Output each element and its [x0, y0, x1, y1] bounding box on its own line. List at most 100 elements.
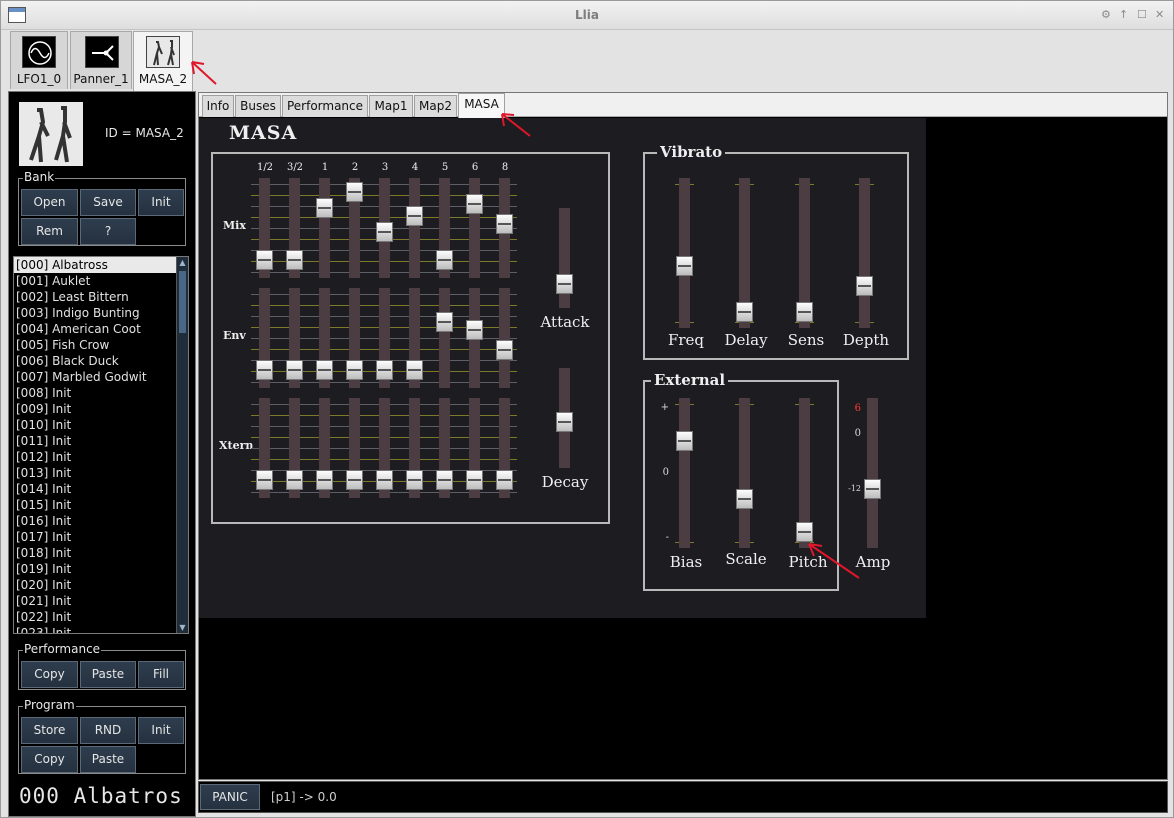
vibrato-delay-slider[interactable] — [736, 178, 753, 328]
performance-paste-button[interactable]: Paste — [80, 661, 136, 688]
program-list-item[interactable]: [012] Init — [14, 449, 188, 465]
xtern-slider-3/2[interactable] — [286, 398, 303, 498]
program-list-item[interactable]: [000] Albatross — [14, 257, 188, 273]
performance-copy-button[interactable]: Copy — [21, 661, 78, 688]
mix-slider-1[interactable] — [316, 178, 333, 278]
scrollbar-thumb[interactable] — [179, 271, 186, 333]
panic-button[interactable]: PANIC — [200, 784, 260, 810]
mix-slider-6-knob[interactable] — [466, 194, 483, 214]
bank-init-button[interactable]: Init — [138, 189, 184, 216]
tab-masa[interactable]: MASA — [458, 93, 505, 118]
program-init-button[interactable]: Init — [138, 717, 184, 744]
env-slider-4-knob[interactable] — [406, 360, 423, 380]
external-pitch-slider[interactable] — [796, 398, 813, 548]
attack-slider-knob[interactable] — [556, 274, 573, 294]
mix-slider-5[interactable] — [436, 178, 453, 278]
xtern-slider-5[interactable] — [436, 398, 453, 498]
env-slider-6-knob[interactable] — [466, 320, 483, 340]
performance-fill-button[interactable]: Fill — [138, 661, 184, 688]
program-list-item[interactable]: [007] Marbled Godwit — [14, 369, 188, 385]
mix-slider-3/2-knob[interactable] — [286, 250, 303, 270]
program-list-item[interactable]: [016] Init — [14, 513, 188, 529]
xtern-slider-2-knob[interactable] — [346, 470, 363, 490]
program-list-item[interactable]: [011] Init — [14, 433, 188, 449]
tab-masa-2[interactable]: MASA_2 — [133, 31, 193, 91]
xtern-slider-1[interactable] — [316, 398, 333, 498]
program-list-item[interactable]: [019] Init — [14, 561, 188, 577]
program-list[interactable]: [000] Albatross [001] Auklet [002] Least B… — [13, 256, 189, 634]
external-bias-slider-knob[interactable] — [676, 431, 693, 451]
program-random-button[interactable]: RND — [80, 717, 136, 744]
program-list-item[interactable]: [021] Init — [14, 593, 188, 609]
xtern-slider-5-knob[interactable] — [436, 470, 453, 490]
program-list-item[interactable]: [018] Init — [14, 545, 188, 561]
program-list-item[interactable]: [015] Init — [14, 497, 188, 513]
xtern-slider-6-knob[interactable] — [466, 470, 483, 490]
mix-slider-2[interactable] — [346, 178, 363, 278]
amp-slider[interactable] — [864, 398, 881, 548]
tab-performance[interactable]: Performance — [282, 95, 368, 117]
env-slider-3-knob[interactable] — [376, 360, 393, 380]
xtern-slider-8-knob[interactable] — [496, 470, 513, 490]
program-list-item[interactable]: [023] Init — [14, 625, 188, 633]
program-list-item[interactable]: [009] Init — [14, 401, 188, 417]
maximize-icon[interactable]: ☐ — [1137, 8, 1147, 21]
vibrato-depth-slider[interactable] — [856, 178, 873, 328]
settings-icon[interactable]: ⚙ — [1101, 8, 1111, 21]
env-slider-3[interactable] — [376, 288, 393, 388]
program-list-item[interactable]: [006] Black Duck — [14, 353, 188, 369]
scroll-down-icon[interactable]: ▼ — [177, 622, 188, 633]
xtern-slider-1/2[interactable] — [256, 398, 273, 498]
close-icon[interactable]: ✕ — [1155, 8, 1164, 21]
xtern-slider-3/2-knob[interactable] — [286, 470, 303, 490]
env-slider-3/2-knob[interactable] — [286, 360, 303, 380]
external-scale-slider-knob[interactable] — [736, 489, 753, 509]
env-slider-2[interactable] — [346, 288, 363, 388]
env-slider-1/2-knob[interactable] — [256, 360, 273, 380]
mix-slider-8-knob[interactable] — [496, 214, 513, 234]
tab-info[interactable]: Info — [202, 95, 234, 117]
xtern-slider-1-knob[interactable] — [316, 470, 333, 490]
program-list-item[interactable]: [017] Init — [14, 529, 188, 545]
env-slider-1[interactable] — [316, 288, 333, 388]
decay-slider[interactable] — [556, 368, 573, 468]
program-list-item[interactable]: [008] Init — [14, 385, 188, 401]
program-list-item[interactable]: [014] Init — [14, 481, 188, 497]
mix-slider-1-knob[interactable] — [316, 198, 333, 218]
env-slider-4[interactable] — [406, 288, 423, 388]
xtern-slider-4[interactable] — [406, 398, 423, 498]
program-list-item[interactable]: [020] Init — [14, 577, 188, 593]
tab-map1[interactable]: Map1 — [369, 95, 413, 117]
mix-slider-6[interactable] — [466, 178, 483, 278]
external-scale-slider[interactable] — [736, 398, 753, 548]
program-list-scrollbar[interactable]: ▲ ▼ — [176, 257, 188, 633]
mix-slider-3/2[interactable] — [286, 178, 303, 278]
vibrato-freq-slider-knob[interactable] — [676, 256, 693, 276]
program-list-item[interactable]: [022] Init — [14, 609, 188, 625]
program-store-button[interactable]: Store — [21, 717, 78, 744]
decay-slider-knob[interactable] — [556, 412, 573, 432]
env-slider-1/2[interactable] — [256, 288, 273, 388]
xtern-slider-4-knob[interactable] — [406, 470, 423, 490]
env-slider-8[interactable] — [496, 288, 513, 388]
program-list-item[interactable]: [004] American Coot — [14, 321, 188, 337]
xtern-slider-1/2-knob[interactable] — [256, 470, 273, 490]
program-list-item[interactable]: [002] Least Bittern — [14, 289, 188, 305]
tab-lfo1-0[interactable]: LFO1_0 — [10, 31, 68, 89]
tab-buses[interactable]: Buses — [235, 95, 281, 117]
vibrato-sens-slider[interactable] — [796, 178, 813, 328]
program-list-item[interactable]: [010] Init — [14, 417, 188, 433]
mix-slider-1/2[interactable] — [256, 178, 273, 278]
xtern-slider-3-knob[interactable] — [376, 470, 393, 490]
external-bias-slider[interactable] — [676, 398, 693, 548]
mix-slider-8[interactable] — [496, 178, 513, 278]
program-paste-button[interactable]: Paste — [80, 746, 136, 773]
env-slider-5-knob[interactable] — [436, 312, 453, 332]
xtern-slider-2[interactable] — [346, 398, 363, 498]
bank-help-button[interactable]: ? — [80, 218, 136, 245]
mix-slider-4[interactable] — [406, 178, 423, 278]
xtern-slider-3[interactable] — [376, 398, 393, 498]
xtern-slider-8[interactable] — [496, 398, 513, 498]
env-slider-3/2[interactable] — [286, 288, 303, 388]
xtern-slider-6[interactable] — [466, 398, 483, 498]
